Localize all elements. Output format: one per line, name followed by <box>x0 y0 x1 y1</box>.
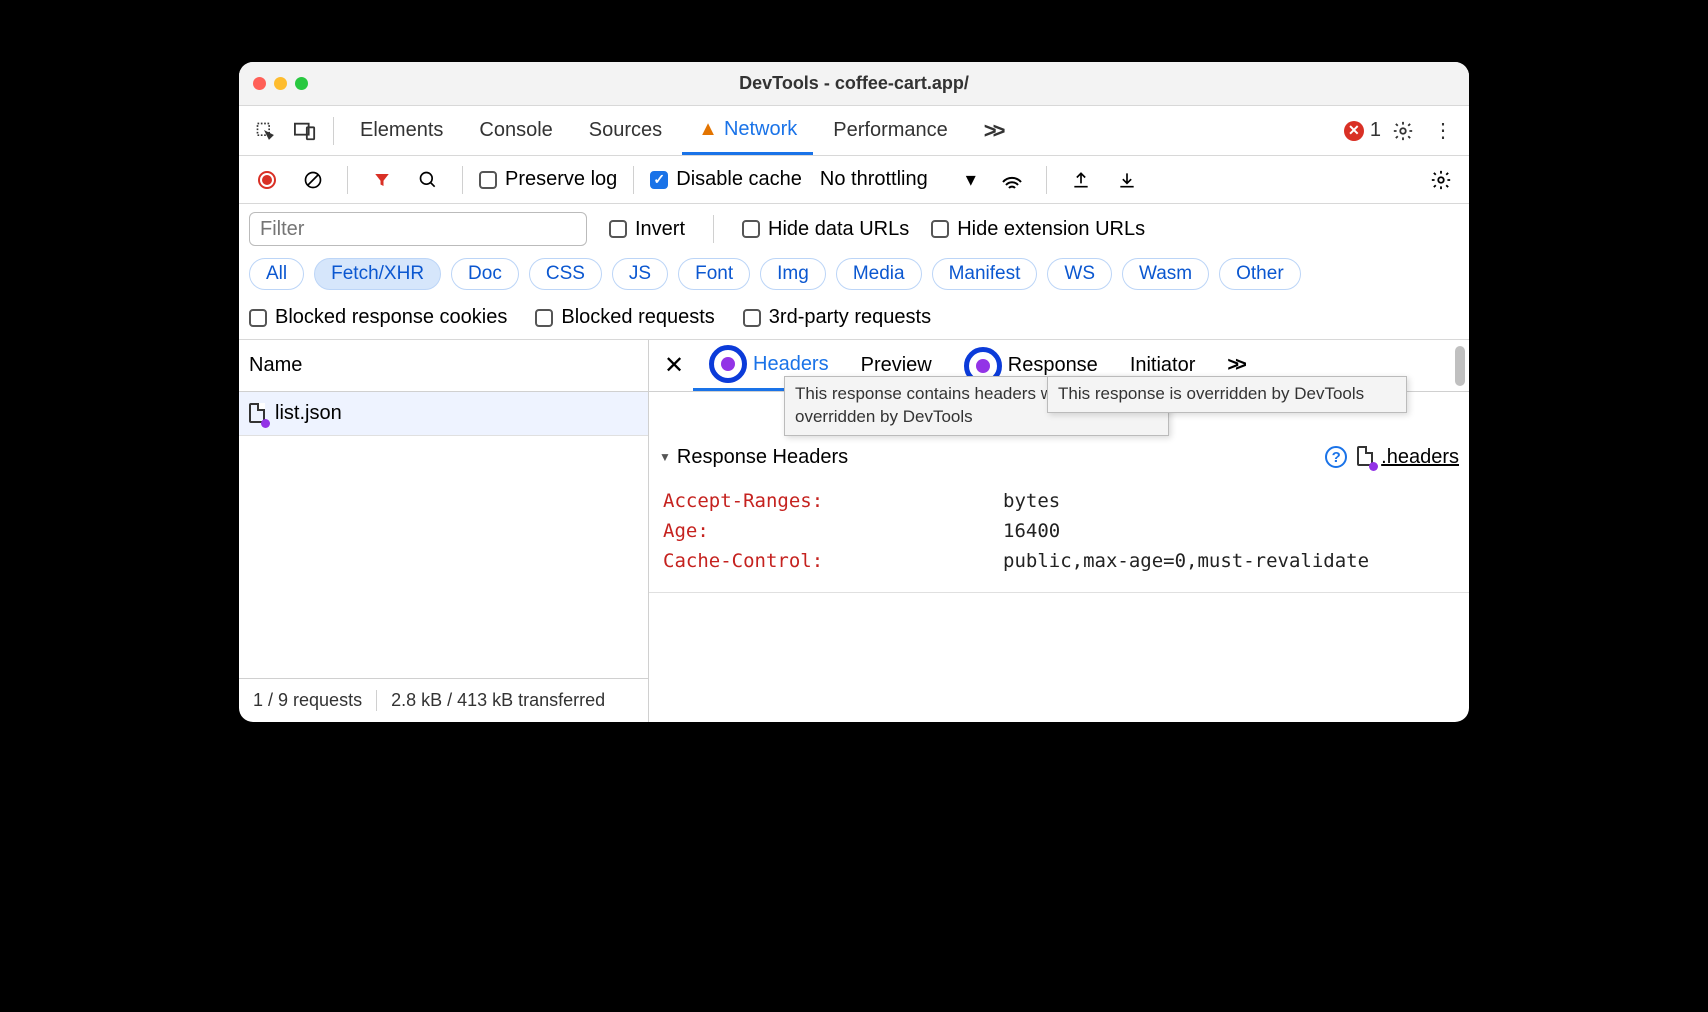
disclosure-triangle-icon: ▼ <box>659 450 671 464</box>
override-indicator-icon <box>261 419 270 428</box>
invert-checkbox[interactable]: Invert <box>609 218 685 241</box>
chip-all[interactable]: All <box>249 258 304 290</box>
extra-filters-row: Blocked response cookies Blocked request… <box>239 300 1469 340</box>
blocked-cookies-checkbox[interactable]: Blocked response cookies <box>249 306 507 329</box>
chip-js[interactable]: JS <box>612 258 668 290</box>
request-row[interactable]: list.json <box>239 392 648 436</box>
header-row: Age:16400 <box>663 516 1469 546</box>
hide-extension-urls-checkbox[interactable]: Hide extension URLs <box>931 218 1145 241</box>
settings-gear-icon[interactable] <box>1385 113 1421 149</box>
file-icon <box>249 403 267 425</box>
inspect-element-icon[interactable] <box>247 113 283 149</box>
tab-elements[interactable]: Elements <box>344 106 459 155</box>
chip-media[interactable]: Media <box>836 258 922 290</box>
filter-row: Invert Hide data URLs Hide extension URL… <box>239 204 1469 254</box>
chip-fetch-xhr[interactable]: Fetch/XHR <box>314 258 441 290</box>
tab-performance[interactable]: Performance <box>817 106 964 155</box>
third-party-checkbox[interactable]: 3rd-party requests <box>743 306 931 329</box>
tab-network[interactable]: ▲Network <box>682 106 813 155</box>
response-headers-section: ▼ Response Headers ? .headers Accept-Ran… <box>649 434 1469 593</box>
record-button[interactable] <box>249 162 285 198</box>
throttling-select[interactable]: No throttling▾ <box>812 167 984 192</box>
more-tabs-icon[interactable]: >> <box>968 106 1018 155</box>
titlebar: DevTools - coffee-cart.app/ <box>239 62 1469 106</box>
tab-console[interactable]: Console <box>463 106 568 155</box>
upload-har-icon[interactable] <box>1063 162 1099 198</box>
chip-ws[interactable]: WS <box>1047 258 1112 290</box>
detail-tabs: ✕ Headers Preview Response Initiator >> … <box>649 340 1469 392</box>
network-conditions-icon[interactable] <box>994 162 1030 198</box>
network-settings-gear-icon[interactable] <box>1423 162 1459 198</box>
main-split: Name list.json 1 / 9 requests 2.8 kB / 4… <box>239 340 1469 722</box>
disable-cache-checkbox[interactable]: ✓Disable cache <box>650 168 802 191</box>
help-icon[interactable]: ? <box>1325 446 1347 468</box>
header-row: Accept-Ranges:bytes <box>663 486 1469 516</box>
override-badge-icon <box>709 345 747 383</box>
chip-font[interactable]: Font <box>678 258 750 290</box>
error-icon: ✕ <box>1344 121 1364 141</box>
hide-data-urls-checkbox[interactable]: Hide data URLs <box>742 218 909 241</box>
headers-list: Accept-Ranges:bytes Age:16400 Cache-Cont… <box>649 480 1469 592</box>
chip-doc[interactable]: Doc <box>451 258 519 290</box>
chip-manifest[interactable]: Manifest <box>932 258 1038 290</box>
network-toolbar: Preserve log ✓Disable cache No throttlin… <box>239 156 1469 204</box>
header-row: Cache-Control:public,max-age=0,must-reva… <box>663 546 1469 576</box>
file-icon <box>1357 446 1375 468</box>
chip-img[interactable]: Img <box>760 258 826 290</box>
section-header[interactable]: ▼ Response Headers ? .headers <box>649 434 1469 480</box>
download-har-icon[interactable] <box>1109 162 1145 198</box>
tooltip-response-override: This response is overridden by DevTools <box>1047 376 1407 413</box>
type-filter-chips: All Fetch/XHR Doc CSS JS Font Img Media … <box>239 254 1469 300</box>
preserve-log-checkbox[interactable]: Preserve log <box>479 168 617 191</box>
blocked-requests-checkbox[interactable]: Blocked requests <box>535 306 714 329</box>
transfer-size: 2.8 kB / 413 kB transferred <box>377 690 619 711</box>
requests-column-header[interactable]: Name <box>239 340 648 392</box>
devtools-window: DevTools - coffee-cart.app/ Elements Con… <box>239 62 1469 722</box>
error-count[interactable]: ✕ 1 <box>1344 119 1381 142</box>
headers-file-link[interactable]: .headers <box>1357 446 1459 469</box>
close-detail-button[interactable]: ✕ <box>655 347 693 385</box>
clear-button[interactable] <box>295 162 331 198</box>
tab-sources[interactable]: Sources <box>573 106 678 155</box>
device-toggle-icon[interactable] <box>287 113 323 149</box>
filter-funnel-icon[interactable] <box>364 162 400 198</box>
search-icon[interactable] <box>410 162 446 198</box>
request-name: list.json <box>275 402 342 425</box>
chip-wasm[interactable]: Wasm <box>1122 258 1209 290</box>
warning-icon: ▲ <box>698 118 718 141</box>
requests-pane: Name list.json 1 / 9 requests 2.8 kB / 4… <box>239 340 649 722</box>
window-title: DevTools - coffee-cart.app/ <box>239 73 1469 94</box>
filter-input[interactable] <box>249 212 587 246</box>
status-bar: 1 / 9 requests 2.8 kB / 413 kB transferr… <box>239 678 648 722</box>
request-count: 1 / 9 requests <box>239 690 377 711</box>
chip-other[interactable]: Other <box>1219 258 1301 290</box>
detail-pane: ✕ Headers Preview Response Initiator >> … <box>649 340 1469 722</box>
scrollbar-thumb[interactable] <box>1455 346 1465 386</box>
chip-css[interactable]: CSS <box>529 258 602 290</box>
kebab-menu-icon[interactable]: ⋮ <box>1425 113 1461 149</box>
main-toolbar: Elements Console Sources ▲Network Perfor… <box>239 106 1469 156</box>
